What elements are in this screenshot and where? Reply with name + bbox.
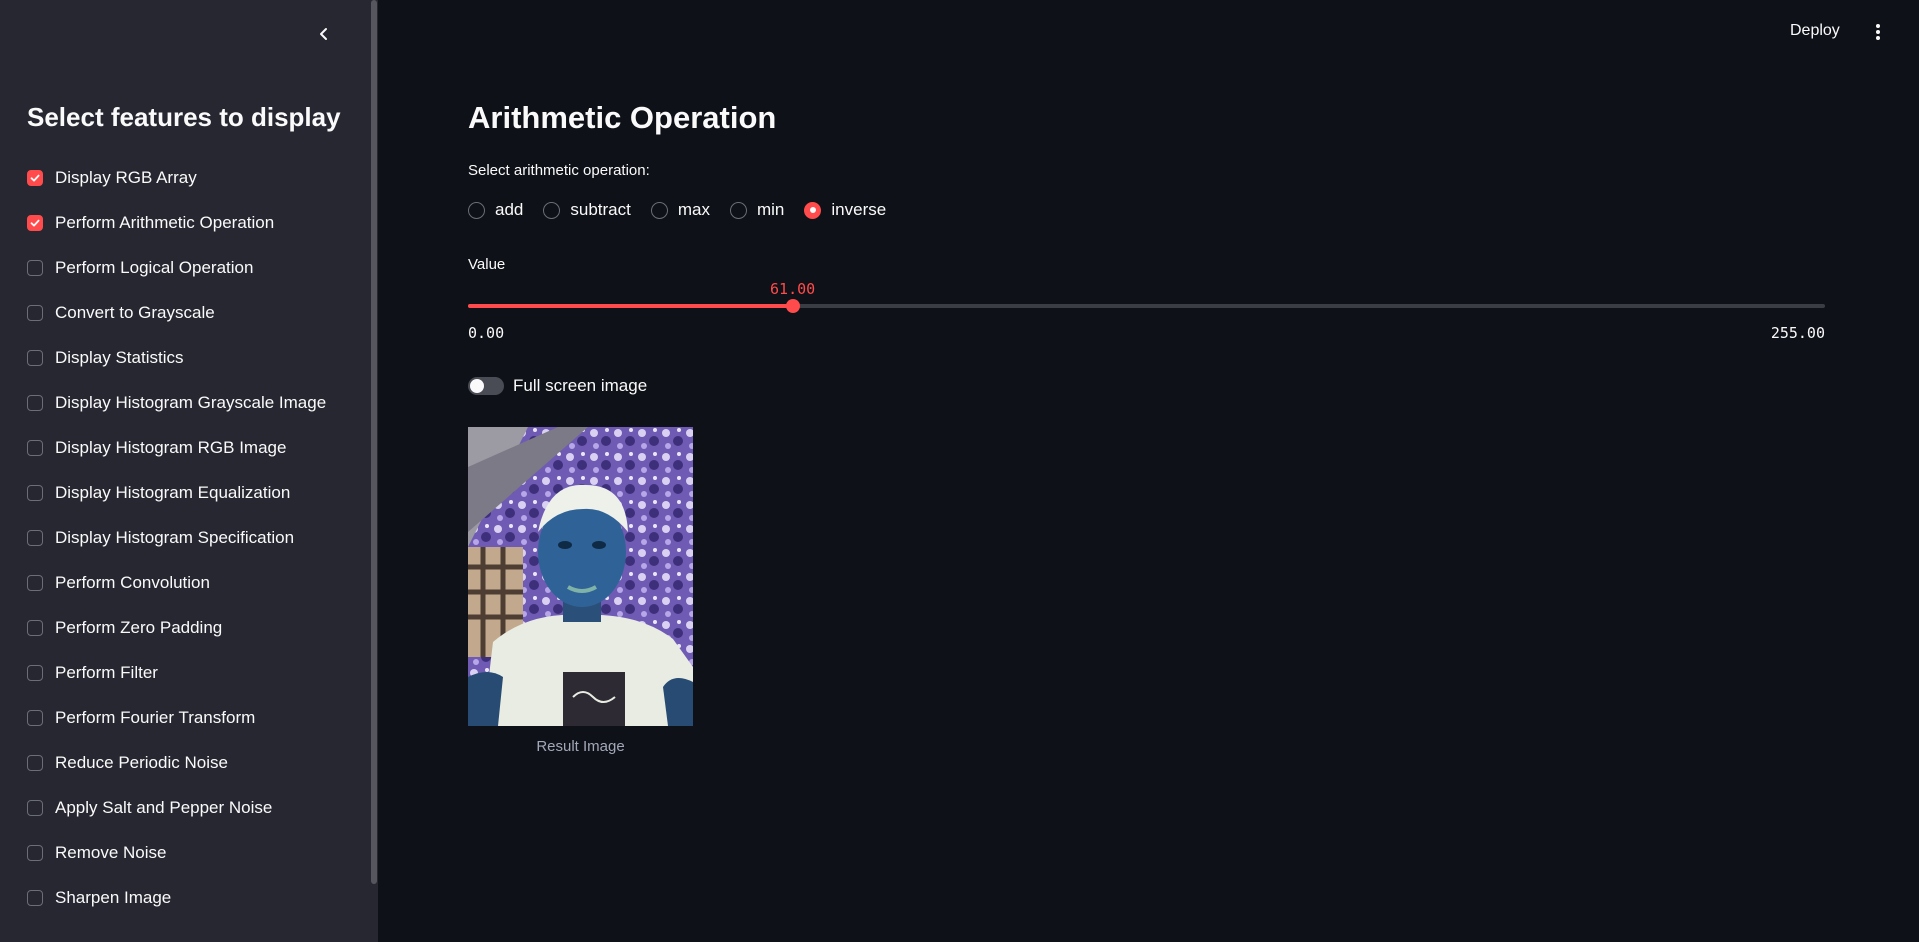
feature-checkbox-label: Display Histogram Equalization: [55, 482, 291, 502]
feature-checkbox-label: Display Histogram Specification: [55, 527, 295, 547]
feature-checkbox-item[interactable]: Display Histogram Specification: [27, 515, 326, 560]
feature-checkbox-label: Apply Salt and Pepper Noise: [55, 797, 273, 817]
feature-checkbox-label: Display Histogram RGB Image: [55, 437, 287, 457]
feature-checkbox-item[interactable]: Display Histogram RGB Image: [27, 425, 326, 470]
feature-checkbox-label: Sharpen Image: [55, 887, 172, 907]
slider-thumb[interactable]: [785, 299, 800, 313]
feature-checkbox-item[interactable]: Apply Salt and Pepper Noise: [27, 785, 326, 830]
feature-checkbox-label: Perform Logical Operation: [55, 257, 254, 277]
feature-checkbox-item[interactable]: Remove Noise: [27, 830, 326, 875]
radio-option-label: max: [677, 200, 710, 219]
sidebar-scrollbar[interactable]: [371, 0, 377, 884]
feature-checkbox-item[interactable]: Perform Convolution: [27, 560, 326, 605]
checkbox-unchecked[interactable]: [27, 349, 43, 366]
main-menu-button[interactable]: [1870, 20, 1886, 48]
slider-max-label: 255.00: [1770, 324, 1825, 342]
checkbox-unchecked[interactable]: [27, 574, 43, 591]
deploy-button[interactable]: Deploy: [1790, 22, 1840, 40]
feature-checkbox-label: Display Statistics: [55, 347, 184, 367]
radio-option-label: subtract: [570, 200, 631, 219]
slider-label: Value: [468, 256, 506, 273]
checkmark-icon: [30, 174, 40, 181]
feature-checkbox-label: Convert to Grayscale: [55, 302, 215, 322]
radio-option-label: min: [756, 200, 785, 219]
sidebar: Select features to display Display RGB A…: [0, 0, 378, 942]
radio-option-subtract[interactable]: subtract: [543, 200, 631, 220]
feature-checkbox-item[interactable]: Display RGB Array: [27, 155, 326, 200]
radio-option-max[interactable]: max: [650, 200, 710, 220]
checkbox-unchecked[interactable]: [27, 844, 43, 861]
toggle-knob: [470, 379, 484, 393]
collapse-sidebar-button[interactable]: [312, 24, 336, 48]
feature-checkbox-item[interactable]: Sharpen Image: [27, 875, 326, 920]
checkmark-icon: [30, 219, 40, 226]
feature-checkbox-list: Display RGB Array Perform Arithmetic Oper…: [27, 155, 326, 920]
toggle-switch[interactable]: [468, 377, 504, 395]
checkbox-unchecked[interactable]: [27, 439, 43, 456]
feature-checkbox-label: Reduce Periodic Noise: [55, 752, 228, 772]
feature-checkbox-label: Perform Fourier Transform: [55, 707, 256, 727]
more-vertical-icon: [1875, 23, 1881, 46]
chevron-left-icon: [317, 27, 331, 46]
feature-checkbox-item[interactable]: Display Histogram Grayscale Image: [27, 380, 326, 425]
radio-button[interactable]: [729, 201, 747, 219]
feature-checkbox-item[interactable]: Display Histogram Equalization: [27, 470, 326, 515]
feature-checkbox-item[interactable]: Perform Zero Padding: [27, 605, 326, 650]
feature-checkbox-label: Perform Filter: [55, 662, 158, 682]
feature-checkbox-item[interactable]: Perform Logical Operation: [27, 245, 326, 290]
radio-button[interactable]: [543, 201, 561, 219]
feature-checkbox-item[interactable]: Display Statistics: [27, 335, 326, 380]
radio-option-min[interactable]: min: [729, 200, 785, 220]
radio-option-add[interactable]: add: [468, 200, 523, 220]
sidebar-title: Select features to display: [27, 102, 341, 132]
checkbox-unchecked[interactable]: [27, 754, 43, 771]
feature-checkbox-item[interactable]: Convert to Grayscale: [27, 290, 326, 335]
feature-checkbox-label: Perform Convolution: [55, 572, 210, 592]
page-title: Arithmetic Operation: [468, 100, 777, 135]
app-window: Select features to display Display RGB A…: [0, 0, 1919, 942]
checkbox-unchecked[interactable]: [27, 709, 43, 726]
feature-checkbox-item[interactable]: Reduce Periodic Noise: [27, 740, 326, 785]
slider-min-label: 0.00: [468, 324, 505, 342]
result-image-caption: Result Image: [536, 738, 625, 755]
result-image: [468, 427, 693, 726]
checkbox-unchecked[interactable]: [27, 259, 43, 276]
operation-radio-group: add subtract max min inverse: [468, 200, 906, 220]
checkbox-unchecked[interactable]: [27, 799, 43, 816]
feature-checkbox-label: Display RGB Array: [55, 167, 197, 187]
checkbox-unchecked[interactable]: [27, 889, 43, 906]
checkbox-unchecked[interactable]: [27, 664, 43, 681]
checkbox-unchecked[interactable]: [27, 619, 43, 636]
feature-checkbox-label: Display Histogram Grayscale Image: [55, 392, 327, 412]
slider-current-value: 61.00: [770, 280, 816, 298]
feature-checkbox-item[interactable]: Perform Fourier Transform: [27, 695, 326, 740]
fullscreen-toggle-label: Full screen image: [513, 376, 648, 395]
radio-button-selected[interactable]: [804, 201, 822, 219]
radio-option-label: inverse: [831, 200, 887, 219]
radio-option-inverse[interactable]: inverse: [804, 200, 886, 220]
checkbox-unchecked[interactable]: [27, 394, 43, 411]
feature-checkbox-label: Perform Zero Padding: [55, 617, 223, 637]
checkbox-checked[interactable]: [27, 214, 43, 231]
checkbox-checked[interactable]: [27, 169, 43, 186]
fullscreen-toggle[interactable]: Full screen image: [468, 376, 647, 396]
radio-button[interactable]: [650, 201, 668, 219]
feature-checkbox-item[interactable]: Perform Filter: [27, 650, 326, 695]
feature-checkbox-label: Perform Arithmetic Operation: [55, 212, 275, 232]
checkbox-unchecked[interactable]: [27, 304, 43, 321]
value-slider[interactable]: [468, 299, 1825, 313]
operation-label: Select arithmetic operation:: [468, 162, 650, 179]
radio-button[interactable]: [468, 201, 485, 219]
radio-option-label: add: [495, 200, 524, 219]
checkbox-unchecked[interactable]: [27, 484, 43, 501]
slider-fill: [468, 304, 793, 308]
feature-checkbox-label: Remove Noise: [55, 842, 167, 862]
checkbox-unchecked[interactable]: [27, 529, 43, 546]
feature-checkbox-item[interactable]: Perform Arithmetic Operation: [27, 200, 326, 245]
